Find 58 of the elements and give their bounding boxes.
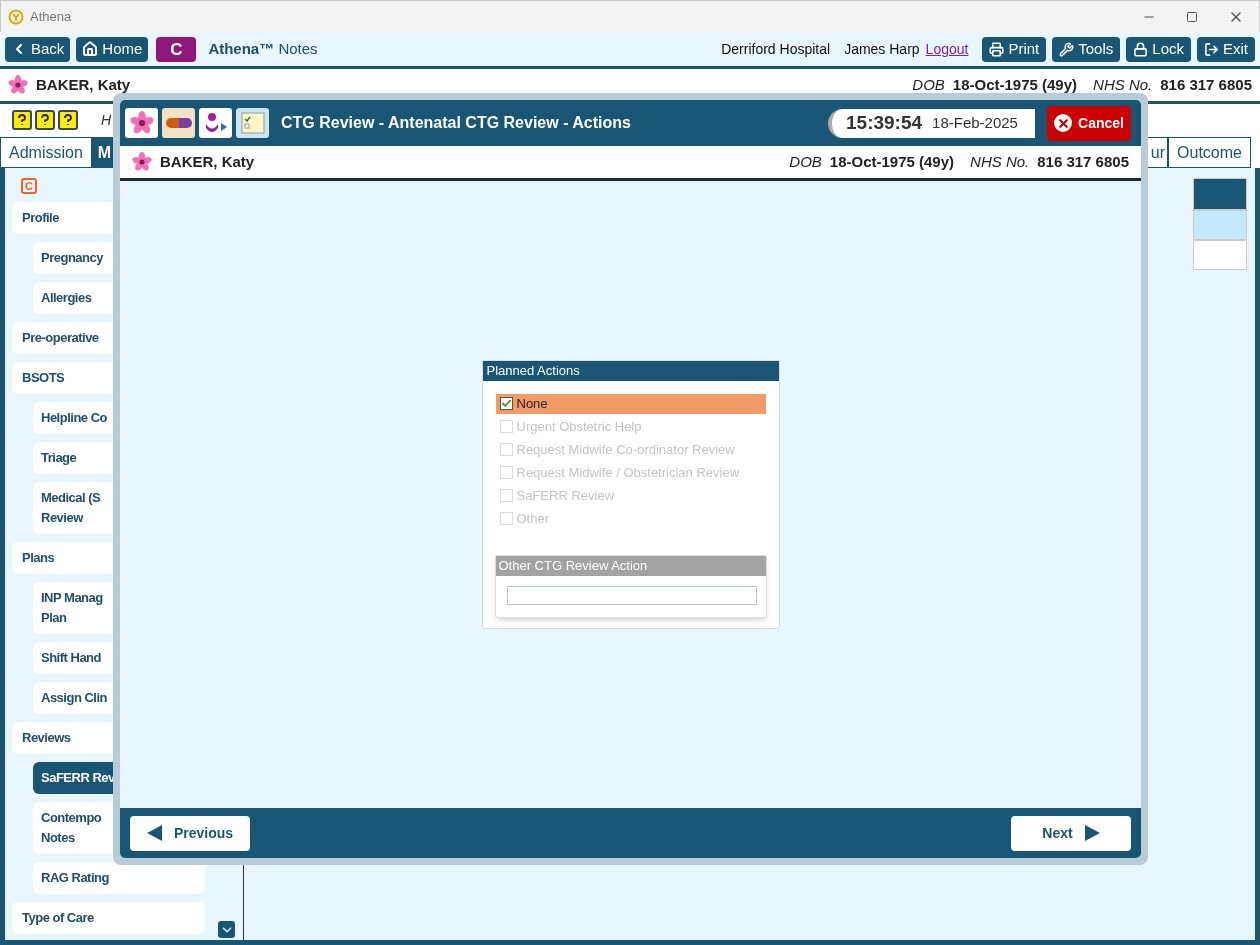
sidebar-item[interactable]: Type of Care xyxy=(12,902,205,934)
nhs-label: NHS No. xyxy=(970,151,1030,172)
nhs-number: 816 317 6805 xyxy=(1037,151,1129,172)
maximize-icon[interactable] xyxy=(1186,10,1198,23)
tab[interactable]: Admission xyxy=(0,137,92,168)
padlock-icon xyxy=(1133,41,1149,57)
left-triangle-icon xyxy=(146,825,162,841)
help-icon[interactable] xyxy=(58,110,78,130)
cancel-button[interactable]: Cancel xyxy=(1047,105,1131,141)
flower-tile-icon[interactable] xyxy=(125,108,158,138)
dob-label: DOB xyxy=(789,151,822,172)
clock-display: 15:39:54 18-Feb-2025 xyxy=(828,108,1035,138)
exit-icon xyxy=(1204,41,1219,57)
previous-button[interactable]: Previous xyxy=(130,815,250,851)
toolbar-button[interactable]: Tools xyxy=(1052,36,1121,62)
toolbar-button[interactable]: Print xyxy=(982,36,1047,62)
checkbox[interactable] xyxy=(499,397,513,411)
tab[interactable]: Outcome xyxy=(1168,137,1251,168)
dob-value: 18-Oct-1975 (49y) xyxy=(829,151,955,172)
wrench-icon xyxy=(1059,41,1075,57)
next-button[interactable]: Next xyxy=(1011,815,1131,851)
window-title: Athena xyxy=(30,7,72,26)
dialog-title: CTG Review - Antenatal CTG Review - Actions xyxy=(281,113,631,133)
toolbar-button[interactable]: Lock xyxy=(1126,36,1191,62)
c-badge-icon: C xyxy=(21,178,37,194)
nhs-number: 816 317 6805 xyxy=(1160,75,1252,95)
house-icon xyxy=(82,41,99,57)
logout-link[interactable]: Logout xyxy=(925,38,969,60)
home-button[interactable]: Home xyxy=(76,36,149,62)
panel-title: Planned Actions xyxy=(486,362,580,378)
user-name: James Harp xyxy=(844,39,920,59)
checkbox-row[interactable]: None xyxy=(495,393,766,414)
back-button[interactable]: Back xyxy=(5,36,71,62)
help-icon[interactable] xyxy=(12,110,32,130)
flower-icon xyxy=(129,111,154,135)
table-header xyxy=(1193,178,1247,210)
help-icon[interactable] xyxy=(35,110,55,130)
app-logo-icon xyxy=(8,8,24,25)
patient-name: BAKER, Katy xyxy=(36,75,131,95)
flower-icon xyxy=(132,152,152,172)
capsule-icon[interactable] xyxy=(162,108,195,138)
app-badge-button[interactable]: C xyxy=(156,36,197,62)
dob-label: DOB xyxy=(912,75,945,95)
group-title: Other CTG Review Action xyxy=(498,557,648,573)
nhs-label: NHS No. xyxy=(1093,75,1153,95)
patient-name: BAKER, Katy xyxy=(160,151,255,172)
right-triangle-icon xyxy=(1084,825,1100,841)
close-icon xyxy=(1056,116,1070,130)
toolbar-button[interactable]: Exit xyxy=(1197,36,1255,62)
sidebar-item[interactable]: RAG Rating xyxy=(33,862,205,894)
scroll-down-button[interactable] xyxy=(218,921,235,938)
hospital-name: Derriford Hospital xyxy=(721,39,831,59)
flower-icon xyxy=(8,75,28,96)
check-icon xyxy=(500,398,512,410)
printer-icon xyxy=(989,41,1005,57)
dob-value: 18-Oct-1975 (49y) xyxy=(952,75,1078,95)
app-name: Athena™ Notes xyxy=(208,38,318,59)
section-label: H xyxy=(101,110,112,130)
